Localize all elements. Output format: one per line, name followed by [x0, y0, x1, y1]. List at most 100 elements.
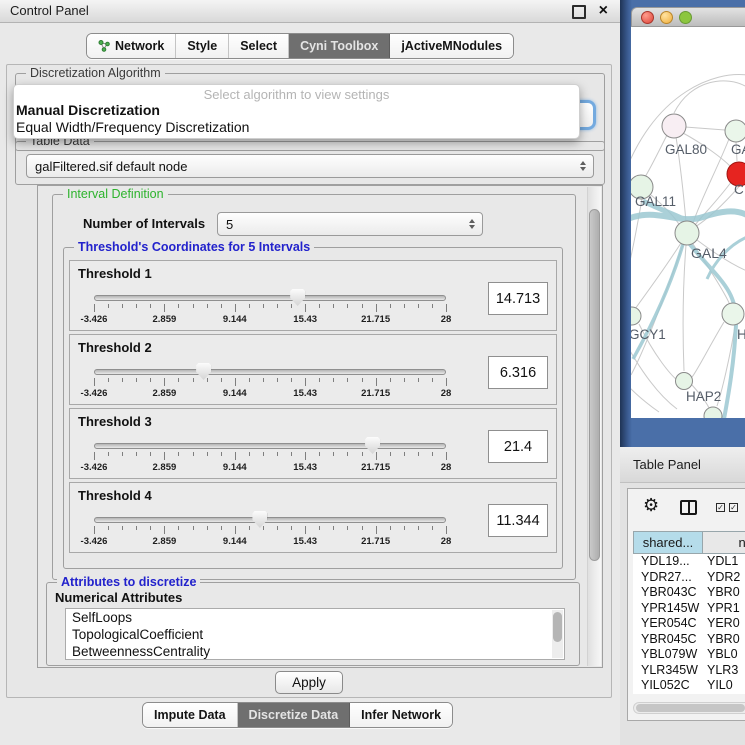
horizontal-scrollbar-thumb[interactable] — [636, 704, 745, 712]
network-node[interactable] — [725, 120, 745, 142]
table-cell[interactable]: YLR345W — [633, 663, 703, 679]
tick-mark — [390, 452, 391, 456]
table-row[interactable]: YDR27...YDR2 — [633, 570, 745, 586]
table-cell[interactable]: YDL19... — [633, 554, 703, 570]
network-node[interactable] — [631, 307, 641, 325]
tab-label: Cyni Toolbox — [300, 39, 378, 53]
attribute-item[interactable]: BetweennessCentrality — [66, 643, 564, 660]
threshold-slider: -3.4262.8599.14415.4321.71528 — [94, 507, 446, 551]
checkbox-icon[interactable]: ✓ — [716, 503, 725, 512]
column-header-na[interactable]: na — [703, 531, 745, 554]
tick-mark — [376, 304, 377, 312]
slider-track[interactable] — [94, 443, 446, 449]
table-cell[interactable]: YER054C — [633, 616, 703, 632]
tick-mark — [136, 378, 137, 382]
table-row[interactable]: YER054CYER0 — [633, 616, 745, 632]
tick-label: 9.144 — [223, 388, 247, 399]
control-panel-tabbar: NetworkStyleSelect Cyni Toolbox jActiveMNo… — [86, 33, 514, 59]
table-cell[interactable]: YBR045C — [633, 632, 703, 648]
tick-mark — [108, 378, 109, 382]
tab-impute-data[interactable]: Impute Data — [143, 703, 238, 727]
tab-infer-network[interactable]: Infer Network — [350, 703, 452, 727]
threshold-value-field[interactable]: 11.344 — [488, 504, 548, 537]
list-scrollbar-thumb[interactable] — [553, 612, 562, 642]
network-node[interactable] — [675, 221, 699, 245]
table-cell[interactable]: YER0 — [703, 616, 745, 632]
table-row[interactable]: YPR145WYPR1 — [633, 601, 745, 617]
table-cell[interactable]: YPR145W — [633, 601, 703, 617]
table-cell[interactable]: YBR0 — [703, 632, 745, 648]
tick-mark — [418, 452, 419, 456]
close-icon[interactable]: × — [599, 0, 608, 22]
tick-mark — [108, 526, 109, 530]
table-data-combo[interactable]: galFiltered.sif default node — [26, 154, 594, 178]
tick-mark — [418, 378, 419, 382]
table-panel: Table Panel ⚙ ✓ ✓ shared...na YDL19...YD… — [620, 447, 745, 745]
split-panel-icon[interactable] — [680, 500, 697, 515]
tick-mark — [432, 378, 433, 382]
slider-ticks — [94, 378, 446, 387]
table-cell[interactable]: YIL052C — [633, 678, 703, 694]
network-icon — [98, 40, 110, 52]
vertical-scrollbar[interactable] — [587, 187, 601, 666]
tab-discretize-data[interactable]: Discretize Data — [238, 703, 351, 727]
slider-track[interactable] — [94, 517, 446, 523]
network-node[interactable] — [676, 373, 693, 390]
table-row[interactable]: YIL052CYIL0 — [633, 678, 745, 694]
table-cell[interactable]: YDR2 — [703, 570, 745, 586]
tick-mark — [418, 304, 419, 308]
slider-track[interactable] — [94, 369, 446, 375]
table-cell[interactable]: YDR27... — [633, 570, 703, 586]
algorithm-option[interactable]: Manual Discretization — [14, 102, 579, 119]
close-button[interactable] — [641, 11, 654, 24]
apply-button[interactable]: Apply — [275, 671, 343, 694]
algorithm-option[interactable]: Equal Width/Frequency Discretization — [14, 119, 579, 136]
table-row[interactable]: YDL19...YDL1 — [633, 554, 745, 570]
tab-select[interactable]: Select — [229, 34, 289, 58]
checkbox-icon[interactable]: ✓ — [729, 503, 738, 512]
column-header-shared[interactable]: shared... — [633, 531, 703, 554]
minimize-button[interactable] — [660, 11, 673, 24]
table-cell[interactable]: YIL0 — [703, 678, 745, 694]
attribute-item[interactable]: SelfLoops — [66, 609, 564, 626]
network-window-titlebar[interactable] — [631, 7, 745, 27]
tab-network[interactable]: Network — [87, 34, 176, 58]
zoom-button[interactable] — [679, 11, 692, 24]
table-cell[interactable]: YBR0 — [703, 585, 745, 601]
network-node[interactable] — [662, 114, 686, 138]
number-of-intervals-combo[interactable]: 5 — [217, 212, 483, 236]
table-row[interactable]: YBR045CYBR0 — [633, 632, 745, 648]
network-node[interactable] — [704, 407, 722, 418]
numerical-attributes-label: Numerical Attributes — [55, 590, 182, 605]
tick-mark — [178, 526, 179, 530]
threshold-value-field[interactable]: 21.4 — [488, 430, 548, 463]
gear-icon[interactable]: ⚙ — [643, 495, 659, 516]
table-cell[interactable]: YBR043C — [633, 585, 703, 601]
network-canvas[interactable]: GAL80GACGAL11GAL4GCY1HAHAP2 — [631, 27, 745, 418]
tab-jactivemnodules[interactable]: jActiveMNodules — [390, 34, 513, 58]
threshold-value-field[interactable]: 14.713 — [488, 282, 548, 315]
float-window-icon[interactable] — [572, 5, 586, 19]
table-cell[interactable]: YBL0 — [703, 647, 745, 663]
table-cell[interactable]: YLR3 — [703, 663, 745, 679]
table-row[interactable]: YBL079WYBL0 — [633, 647, 745, 663]
attribute-item[interactable]: TopologicalCoefficient — [66, 626, 564, 643]
tick-mark — [136, 304, 137, 308]
table-row[interactable]: YLR345WYLR3 — [633, 663, 745, 679]
tab-cyni-toolbox[interactable]: Cyni Toolbox — [289, 34, 390, 58]
horizontal-scrollbar[interactable] — [633, 702, 745, 714]
table-row[interactable]: YBR043CYBR0 — [633, 585, 745, 601]
tick-mark — [249, 378, 250, 382]
table-cell[interactable]: YBL079W — [633, 647, 703, 663]
threshold-value-field[interactable]: 6.316 — [488, 356, 548, 389]
list-scrollbar[interactable] — [552, 610, 563, 658]
table-cell[interactable]: YPR1 — [703, 601, 745, 617]
vertical-scrollbar-thumb[interactable] — [589, 209, 600, 561]
combo-stepper-icon — [469, 219, 475, 229]
table-cell[interactable]: YDL1 — [703, 554, 745, 570]
slider-track[interactable] — [94, 295, 446, 301]
threshold-panel: Threshold 1-3.4262.8599.14415.4321.71528… — [69, 260, 557, 331]
tab-style[interactable]: Style — [176, 34, 229, 58]
network-node[interactable] — [722, 303, 744, 325]
tick-mark — [347, 452, 348, 456]
